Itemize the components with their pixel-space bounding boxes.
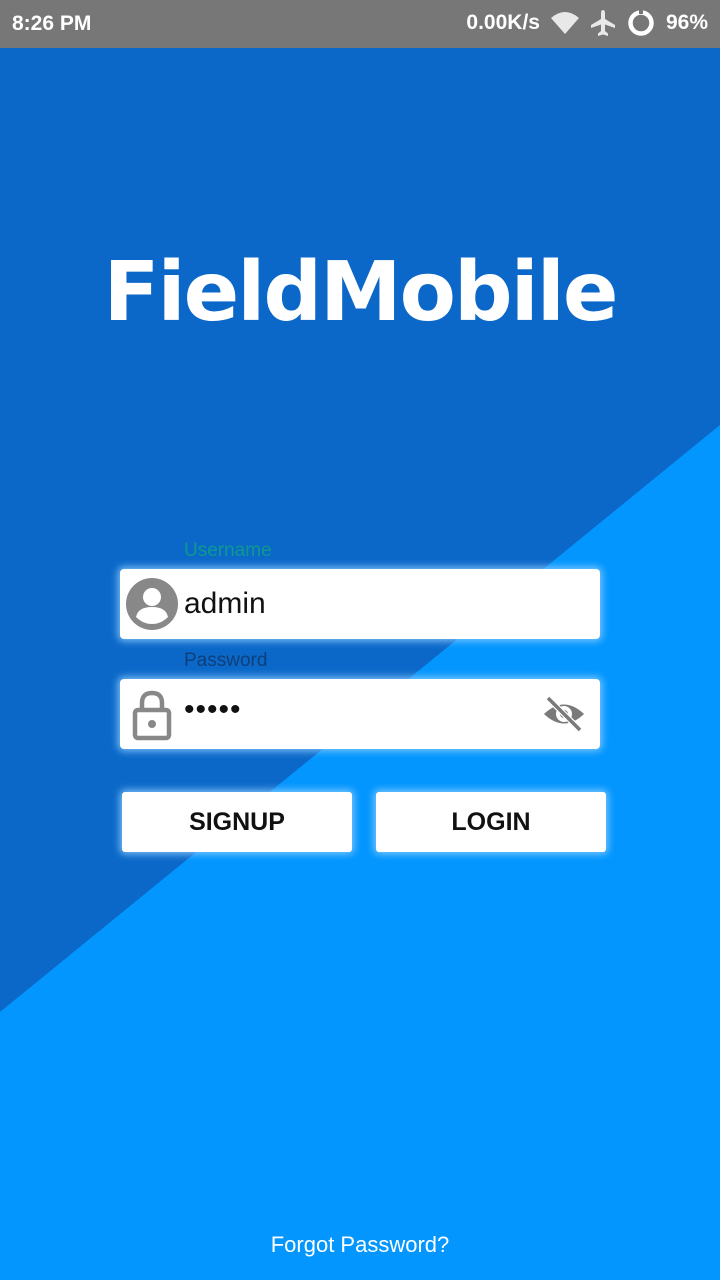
username-field[interactable]: admin (120, 569, 600, 639)
password-label: Password (184, 650, 268, 671)
username-value: admin (184, 587, 266, 620)
password-field[interactable]: ••••• (120, 679, 600, 749)
battery-percent: 96% (665, 11, 708, 34)
battery-ring-icon (626, 8, 656, 38)
status-bar: 8:26 PM 0.00K/s 96% (0, 0, 720, 48)
password-value: ••••• (184, 693, 242, 726)
status-time: 8:26 PM (12, 12, 92, 35)
status-icons: 0.00K/s 96% (466, 8, 708, 38)
app-logo: FieldMobile (103, 245, 618, 340)
background-diagonal (0, 0, 720, 1012)
login-screen: 8:26 PM 0.00K/s 96% FieldMobile Username… (0, 0, 720, 1280)
login-button[interactable]: LOGIN (376, 792, 606, 852)
lock-icon (132, 690, 172, 741)
user-icon (126, 578, 178, 630)
airplane-icon (590, 9, 616, 37)
wifi-icon (550, 10, 580, 36)
network-speed: 0.00K/s (466, 11, 540, 34)
eye-off-icon[interactable] (542, 695, 586, 733)
signup-button[interactable]: SIGNUP (122, 792, 352, 852)
username-label: Username (184, 540, 272, 561)
forgot-password-link[interactable]: Forgot Password? (0, 1232, 720, 1258)
